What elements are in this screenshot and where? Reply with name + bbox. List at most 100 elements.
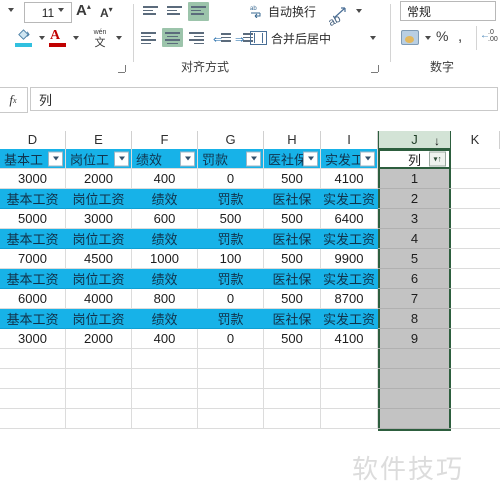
grid-cell[interactable]: 岗位工资 — [66, 309, 132, 329]
align-middle-button[interactable] — [164, 2, 185, 21]
filter-header-cell[interactable]: 岗位工 — [66, 149, 132, 169]
grid-cell[interactable]: 绩效 — [132, 229, 198, 249]
accounting-format-icon[interactable] — [400, 28, 421, 47]
grid-cell[interactable]: 0 — [198, 329, 264, 349]
insert-function-button[interactable]: fx — [0, 87, 28, 113]
grid-cell[interactable]: 绩效 — [132, 189, 198, 209]
grid-cell[interactable] — [451, 389, 500, 409]
grid-cell[interactable] — [198, 369, 264, 389]
grid-cell[interactable] — [451, 209, 500, 229]
grid-cell[interactable]: 500 — [264, 209, 321, 229]
grid-cell[interactable]: 500 — [198, 209, 264, 229]
fill-color-dropdown-caret[interactable] — [39, 36, 45, 40]
column-header-d[interactable]: D — [0, 131, 66, 149]
j-filter-dropdown-icon[interactable]: ▾↑ — [429, 151, 446, 167]
grid-cell[interactable]: 实发工资 — [321, 189, 378, 209]
align-left-button[interactable] — [138, 28, 159, 47]
grid-cell[interactable] — [66, 369, 132, 389]
grid-cell[interactable]: 7000 — [0, 249, 66, 269]
grid-cell[interactable]: 400 — [132, 329, 198, 349]
column-header-f[interactable]: F — [132, 131, 198, 149]
increase-decimal-button[interactable]: ← .0 .00 — [480, 29, 500, 47]
grid-cell[interactable]: 绩效 — [132, 269, 198, 289]
grid-cell[interactable] — [451, 309, 500, 329]
grid-cell[interactable] — [0, 369, 66, 389]
filter-header-cell[interactable]: 实发工 — [321, 149, 378, 169]
grid-cell[interactable]: 实发工资 — [321, 309, 378, 329]
grid-cell[interactable]: 医社保 — [264, 309, 321, 329]
grid-cell[interactable] — [198, 389, 264, 409]
align-center-button[interactable] — [162, 28, 183, 47]
filter-dropdown-icon[interactable] — [360, 151, 375, 166]
grid-cell[interactable]: 实发工资 — [321, 269, 378, 289]
pinyin-dropdown-caret[interactable] — [116, 36, 122, 40]
grid-cell[interactable] — [66, 349, 132, 369]
grid-cell[interactable]: 岗位工资 — [66, 189, 132, 209]
grid-cell[interactable] — [0, 389, 66, 409]
wrap-text-button[interactable]: ab 自动换行 — [250, 2, 316, 20]
grid-cell[interactable] — [451, 369, 500, 389]
grid-cell[interactable] — [132, 409, 198, 429]
grid-cell[interactable]: 医社保 — [264, 189, 321, 209]
grid-cell[interactable] — [198, 349, 264, 369]
font-name-dropdown-caret[interactable] — [8, 8, 14, 12]
grid-cell[interactable] — [451, 169, 500, 189]
grid-cell[interactable] — [451, 189, 500, 209]
formula-input[interactable]: 列 — [30, 87, 498, 111]
grid-cell[interactable]: 0 — [198, 169, 264, 189]
font-size-dropdown-caret[interactable] — [58, 8, 64, 12]
filter-header-cell[interactable]: 基本工 — [0, 149, 66, 169]
align-top-button[interactable] — [140, 2, 161, 21]
column-header-j[interactable]: J ↓ — [378, 131, 451, 149]
grid-cell[interactable]: 2000 — [66, 169, 132, 189]
grid-cell[interactable] — [451, 409, 500, 429]
selected-column-cell[interactable]: 7 — [378, 289, 451, 309]
grid-cell[interactable] — [264, 369, 321, 389]
grid-cell[interactable]: 基本工资 — [0, 269, 66, 289]
grid-cell[interactable]: 罚款 — [198, 269, 264, 289]
selected-column-cell[interactable]: 2 — [378, 189, 451, 209]
selected-column-cell[interactable]: 5 — [378, 249, 451, 269]
align-bottom-button[interactable] — [188, 2, 209, 21]
grid-cell[interactable] — [0, 409, 66, 429]
grid-cell[interactable] — [66, 409, 132, 429]
grid-cell[interactable] — [451, 289, 500, 309]
filter-dropdown-icon[interactable] — [246, 151, 261, 166]
grid-cell[interactable]: 5000 — [0, 209, 66, 229]
filter-dropdown-icon[interactable] — [303, 151, 318, 166]
grid-cell[interactable] — [451, 269, 500, 289]
selected-column-cell[interactable]: 6 — [378, 269, 451, 289]
grid-cell[interactable]: 500 — [264, 289, 321, 309]
column-header-k[interactable]: K — [451, 131, 500, 149]
font-dialog-launcher[interactable] — [118, 64, 127, 73]
grid-cell[interactable]: 罚款 — [198, 229, 264, 249]
merge-center-dropdown-caret[interactable] — [370, 36, 376, 40]
font-size-input[interactable]: 11 — [24, 2, 72, 23]
column-header-e[interactable]: E — [66, 131, 132, 149]
decrease-indent-button[interactable]: ⇐ — [212, 29, 232, 47]
accounting-dropdown-caret[interactable] — [425, 36, 431, 40]
grid-cell[interactable]: 岗位工资 — [66, 229, 132, 249]
filter-dropdown-icon[interactable] — [48, 151, 63, 166]
grid-cell[interactable]: 实发工资 — [321, 229, 378, 249]
grid-cell[interactable] — [132, 369, 198, 389]
selected-column-cell[interactable] — [378, 389, 451, 409]
grid-cell[interactable]: 4500 — [66, 249, 132, 269]
grid-cell[interactable]: 基本工资 — [0, 309, 66, 329]
grid-cell[interactable]: 500 — [264, 249, 321, 269]
selected-column-cell[interactable]: 1 — [378, 169, 451, 189]
number-format-select[interactable]: 常规 — [400, 1, 496, 21]
grid-cell[interactable]: 3000 — [0, 169, 66, 189]
grid-cell[interactable] — [451, 229, 500, 249]
grid-cell[interactable] — [264, 409, 321, 429]
grid-cell[interactable] — [264, 349, 321, 369]
grid-cell[interactable] — [451, 349, 500, 369]
grid-cell[interactable]: 罚款 — [198, 309, 264, 329]
grid-cell[interactable]: 3000 — [0, 329, 66, 349]
grid-cell[interactable] — [264, 389, 321, 409]
filter-header-cell[interactable]: 罚款 — [198, 149, 264, 169]
grid-cell[interactable]: 6400 — [321, 209, 378, 229]
grid-cell[interactable]: 6000 — [0, 289, 66, 309]
percent-style-button[interactable]: % — [436, 28, 448, 44]
grid-cell[interactable] — [451, 249, 500, 269]
